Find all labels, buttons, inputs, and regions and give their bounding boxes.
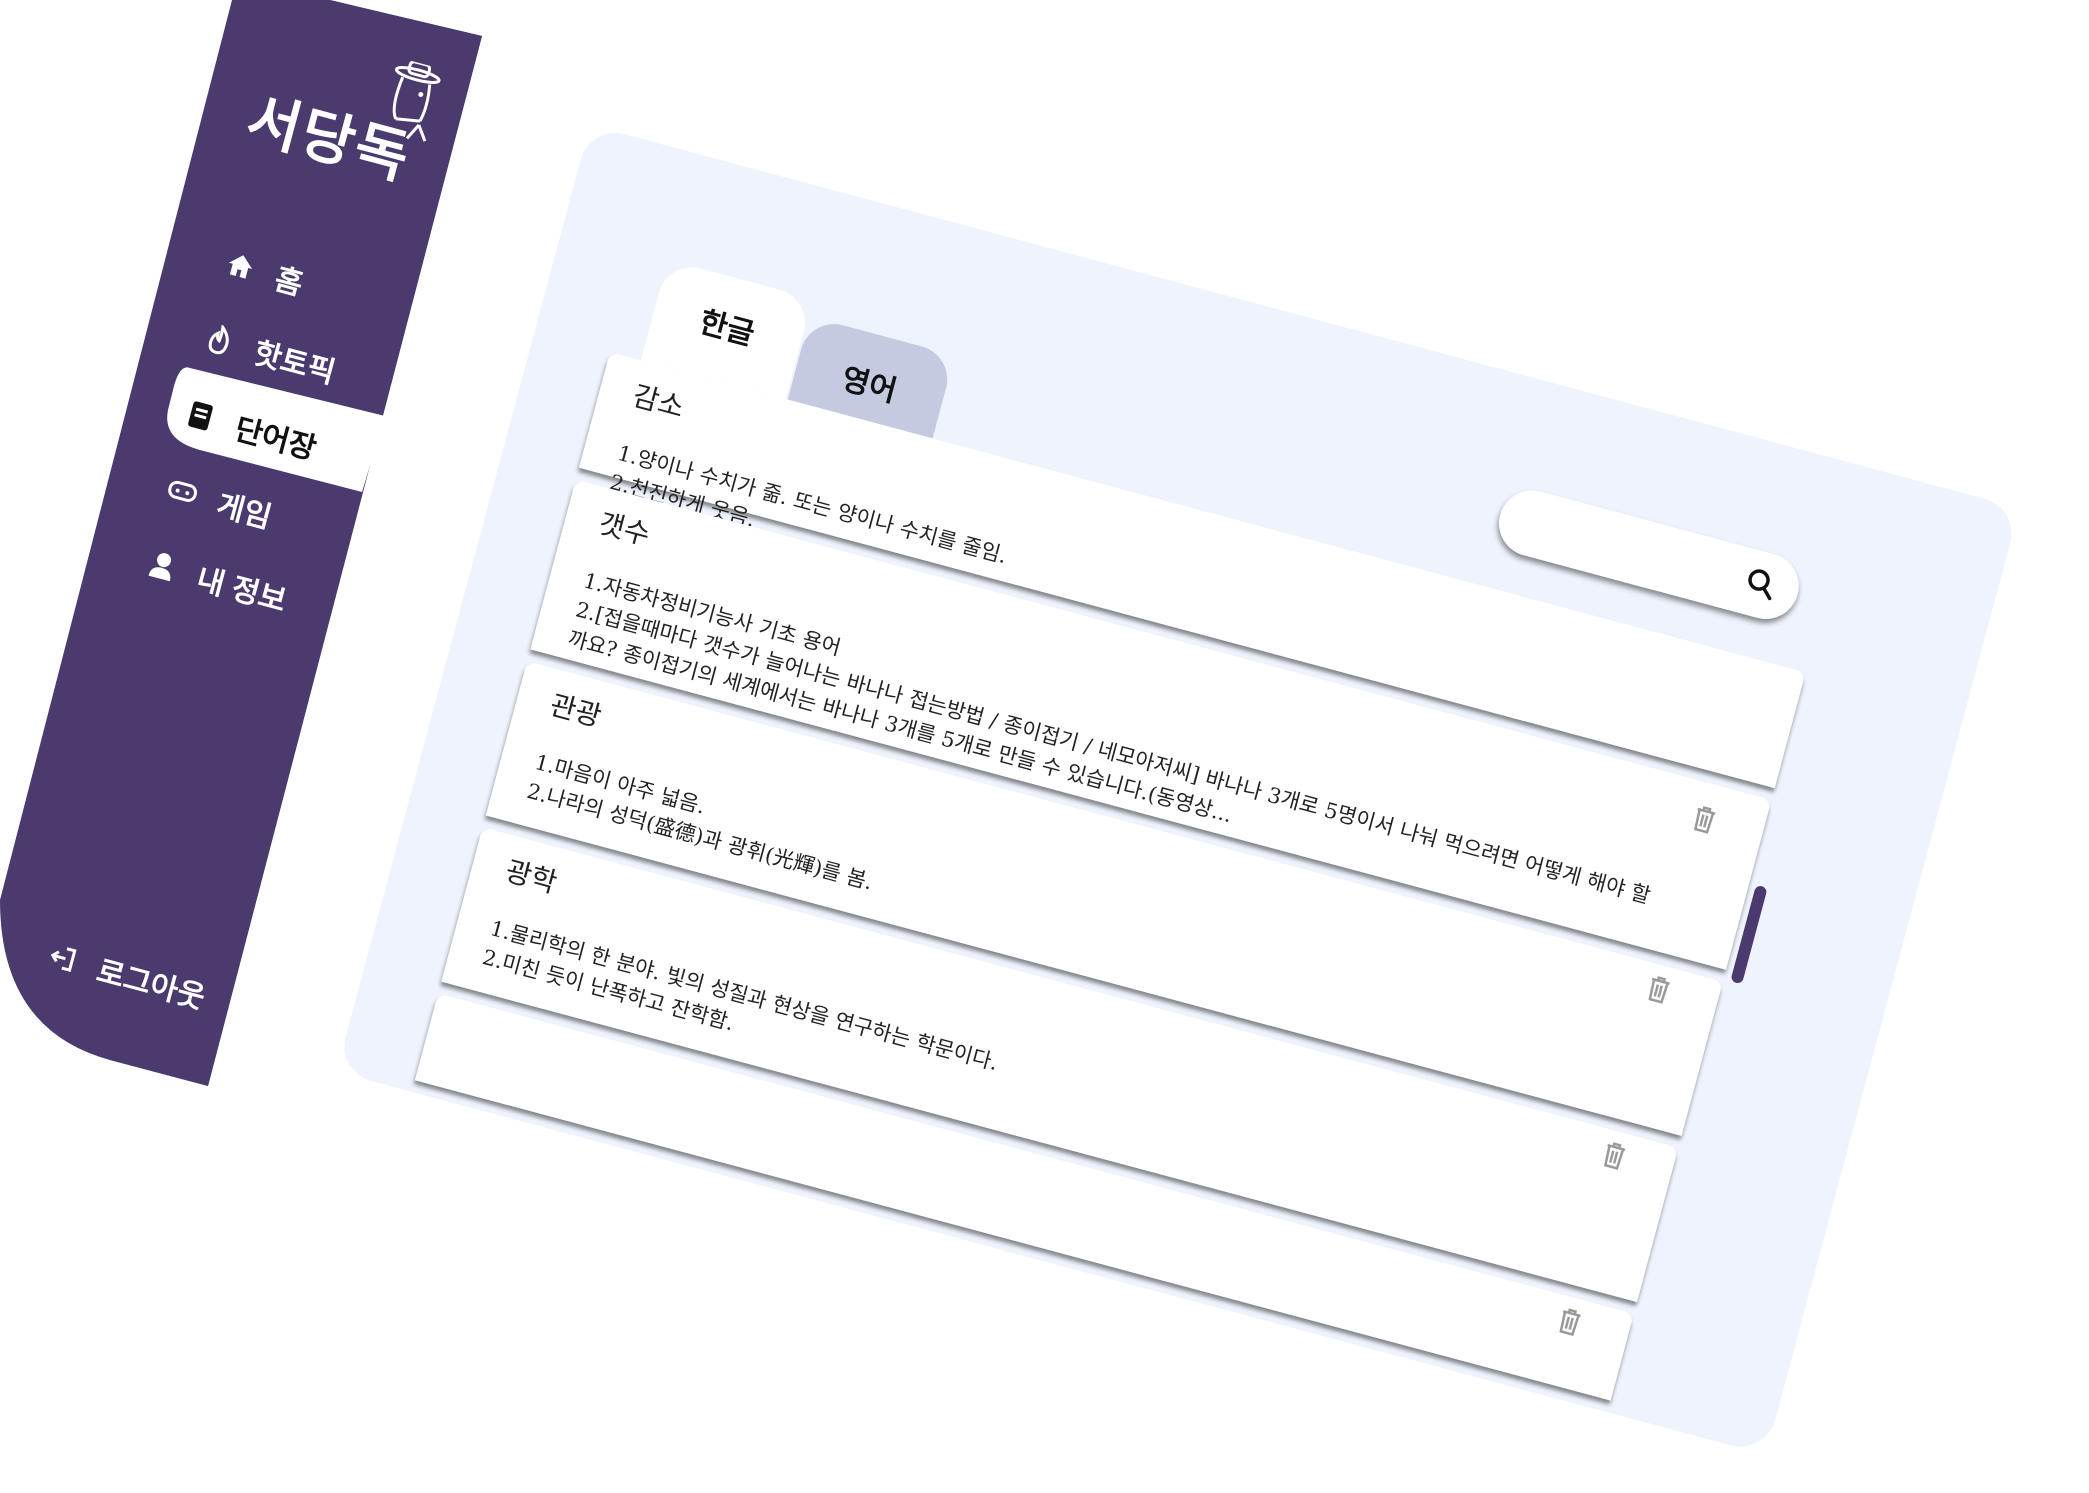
home-icon bbox=[222, 248, 259, 285]
trash-icon[interactable] bbox=[1553, 1305, 1584, 1342]
sidebar-item-hottopic[interactable]: 핫토픽 bbox=[199, 315, 341, 392]
sidebar-item-label: 단어장 bbox=[231, 412, 320, 467]
gamepad-icon bbox=[164, 474, 201, 511]
book-icon bbox=[182, 398, 219, 435]
sidebar-item-label: 홈 bbox=[271, 262, 307, 302]
logout-icon bbox=[44, 940, 81, 977]
logout-label: 로그아웃 bbox=[93, 954, 209, 1016]
sidebar-item-myinfo[interactable]: 내 정보 bbox=[142, 541, 292, 621]
sidebar-item-wordbook[interactable]: 단어장 bbox=[180, 391, 322, 468]
logo[interactable]: 서당독 bbox=[239, 71, 421, 195]
logout-button[interactable]: 로그아웃 bbox=[42, 933, 210, 1018]
sidebar-item-home[interactable]: 홈 bbox=[220, 241, 308, 304]
sidebar-item-label: 핫토픽 bbox=[250, 336, 339, 391]
user-icon bbox=[144, 548, 181, 585]
mascot-icon bbox=[370, 56, 450, 153]
wordbook-panel: 영어 한글 감소 1.양이나 수치가 줆. 또는 양이나 수치를 줄임. 2.천… bbox=[336, 125, 2020, 1455]
sidebar-item-label: 내 정보 bbox=[193, 562, 290, 619]
tab-label: 한글 bbox=[695, 305, 758, 352]
fire-icon bbox=[201, 322, 238, 359]
sidebar-item-label: 게임 bbox=[213, 488, 275, 536]
tab-label: 영어 bbox=[838, 362, 900, 409]
sidebar-item-game[interactable]: 게임 bbox=[162, 467, 277, 537]
